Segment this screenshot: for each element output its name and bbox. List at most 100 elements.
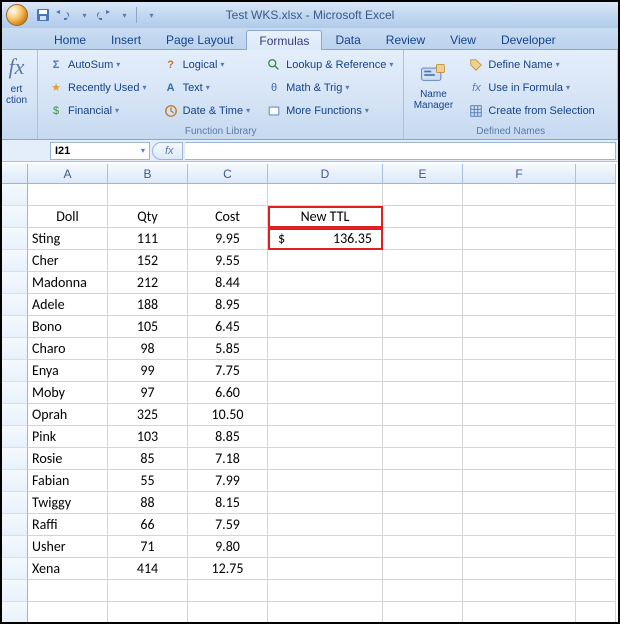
cell-d8[interactable] [268, 338, 383, 360]
cell-g10[interactable] [576, 382, 616, 404]
cell-b11[interactable]: 325 [108, 404, 188, 426]
text-button[interactable]: A Text ▾ [159, 77, 255, 98]
tab-data[interactable]: Data [323, 30, 372, 49]
cell-d5[interactable] [268, 272, 383, 294]
row-header-9[interactable] [2, 360, 28, 382]
recently-used-button[interactable]: ★ Recently Used ▾ [44, 77, 151, 98]
cell-a8[interactable]: Charo [28, 338, 108, 360]
cell-g16[interactable] [576, 514, 616, 536]
math-trig-button[interactable]: θ Math & Trig ▾ [262, 77, 397, 98]
row-header-17[interactable] [2, 536, 28, 558]
cell-f16[interactable] [463, 514, 576, 536]
row-header-12[interactable] [2, 426, 28, 448]
cell-e8[interactable] [383, 338, 463, 360]
cell-f14[interactable] [463, 470, 576, 492]
cell-a4[interactable]: Cher [28, 250, 108, 272]
cell-b14[interactable]: 55 [108, 470, 188, 492]
cell-b19[interactable] [108, 580, 188, 602]
cell-g2[interactable] [576, 206, 616, 228]
cell-c20[interactable] [188, 602, 268, 622]
cell-f19[interactable] [463, 580, 576, 602]
define-name-button[interactable]: Define Name ▾ [464, 54, 598, 75]
column-header-F[interactable]: F [463, 164, 576, 184]
tab-view[interactable]: View [438, 30, 488, 49]
cell-b20[interactable] [108, 602, 188, 622]
column-header-A[interactable]: A [28, 164, 108, 184]
cell-f3[interactable] [463, 228, 576, 250]
cell-d6[interactable] [268, 294, 383, 316]
cell-b7[interactable]: 105 [108, 316, 188, 338]
cell-e5[interactable] [383, 272, 463, 294]
cell-b10[interactable]: 97 [108, 382, 188, 404]
use-in-formula-button[interactable]: fx Use in Formula ▾ [464, 77, 598, 98]
insert-function-fx[interactable]: fx [152, 142, 183, 160]
row-header-13[interactable] [2, 448, 28, 470]
select-all-corner[interactable] [2, 164, 28, 184]
cell-e16[interactable] [383, 514, 463, 536]
cell-d3[interactable]: $136.35 [268, 228, 383, 250]
cell-b6[interactable]: 188 [108, 294, 188, 316]
row-header-19[interactable] [2, 580, 28, 602]
row-header-3[interactable] [2, 228, 28, 250]
cell-c19[interactable] [188, 580, 268, 602]
row-header-10[interactable] [2, 382, 28, 404]
redo-dropdown[interactable]: ▾ [114, 6, 132, 24]
cell-g19[interactable] [576, 580, 616, 602]
cell-b12[interactable]: 103 [108, 426, 188, 448]
cell-f15[interactable] [463, 492, 576, 514]
row-header-14[interactable] [2, 470, 28, 492]
cell-g17[interactable] [576, 536, 616, 558]
row-header-20[interactable] [2, 602, 28, 622]
formula-input[interactable] [185, 142, 616, 160]
cell-e11[interactable] [383, 404, 463, 426]
financial-button[interactable]: $ Financial ▾ [44, 100, 151, 121]
cell-a15[interactable]: Twiggy [28, 492, 108, 514]
cell-f9[interactable] [463, 360, 576, 382]
cell-c3[interactable]: 9.95 [188, 228, 268, 250]
row-header-5[interactable] [2, 272, 28, 294]
tab-page-layout[interactable]: Page Layout [154, 30, 245, 49]
cell-e6[interactable] [383, 294, 463, 316]
cell-c2[interactable]: Cost [188, 206, 268, 228]
row-header-8[interactable] [2, 338, 28, 360]
cell-e9[interactable] [383, 360, 463, 382]
cell-e12[interactable] [383, 426, 463, 448]
column-header-E[interactable]: E [383, 164, 463, 184]
cell-f12[interactable] [463, 426, 576, 448]
cell-e13[interactable] [383, 448, 463, 470]
cell-a11[interactable]: Oprah [28, 404, 108, 426]
row-header-16[interactable] [2, 514, 28, 536]
undo-button[interactable] [54, 6, 72, 24]
cell-a9[interactable]: Enya [28, 360, 108, 382]
cell-e17[interactable] [383, 536, 463, 558]
cell-g18[interactable] [576, 558, 616, 580]
cell-a5[interactable]: Madonna [28, 272, 108, 294]
cell-c16[interactable]: 7.59 [188, 514, 268, 536]
cell-a20[interactable] [28, 602, 108, 622]
cell-a17[interactable]: Usher [28, 536, 108, 558]
cell-d9[interactable] [268, 360, 383, 382]
cell-e18[interactable] [383, 558, 463, 580]
cell-g7[interactable] [576, 316, 616, 338]
cell-g9[interactable] [576, 360, 616, 382]
tab-insert[interactable]: Insert [99, 30, 153, 49]
cell-g14[interactable] [576, 470, 616, 492]
cell-d15[interactable] [268, 492, 383, 514]
row-header-15[interactable] [2, 492, 28, 514]
cell-f8[interactable] [463, 338, 576, 360]
row-header-7[interactable] [2, 316, 28, 338]
undo-dropdown[interactable]: ▾ [74, 6, 92, 24]
cell-d16[interactable] [268, 514, 383, 536]
row-header-18[interactable] [2, 558, 28, 580]
cell-d7[interactable] [268, 316, 383, 338]
cell-c12[interactable]: 8.85 [188, 426, 268, 448]
row-header-2[interactable] [2, 206, 28, 228]
row-header-6[interactable] [2, 294, 28, 316]
cell-e15[interactable] [383, 492, 463, 514]
cell-e19[interactable] [383, 580, 463, 602]
more-functions-button[interactable]: More Functions ▾ [262, 100, 397, 121]
cell-b3[interactable]: 111 [108, 228, 188, 250]
cell-c6[interactable]: 8.95 [188, 294, 268, 316]
cell-g4[interactable] [576, 250, 616, 272]
cell-d20[interactable] [268, 602, 383, 622]
